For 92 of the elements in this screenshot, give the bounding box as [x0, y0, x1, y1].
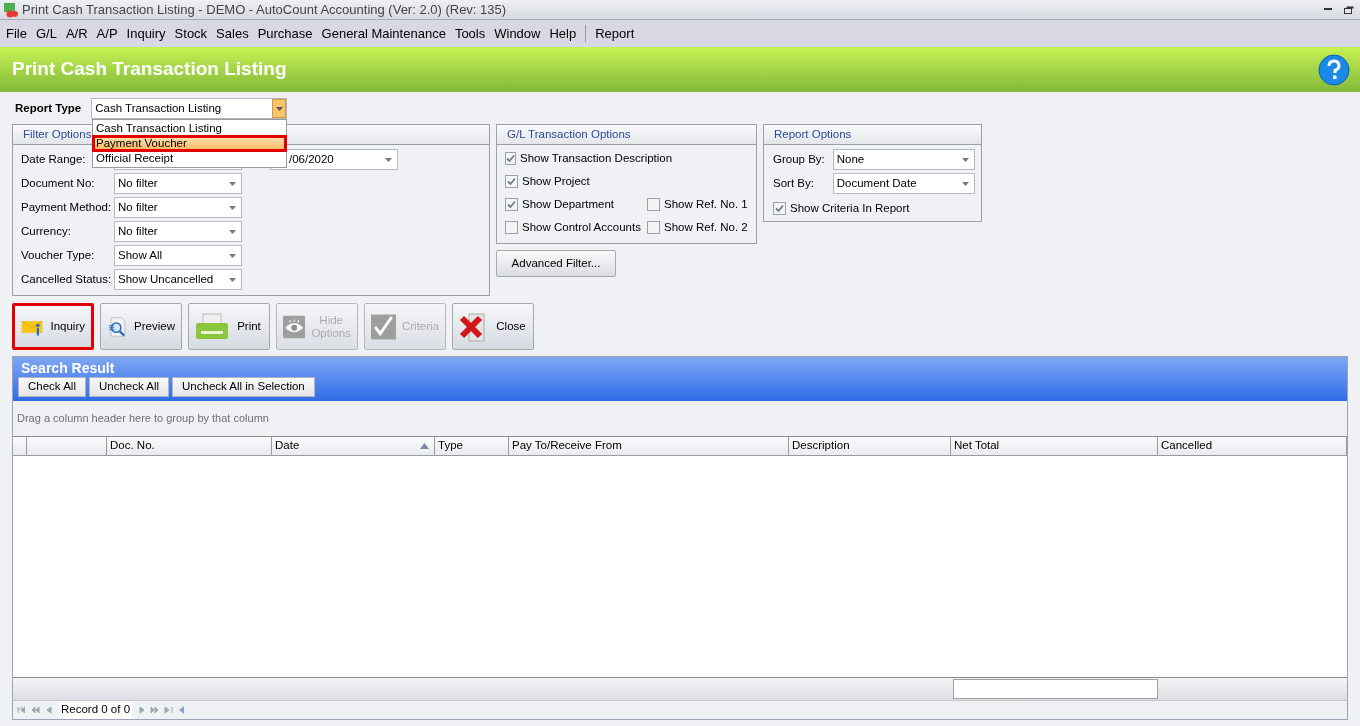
grid-button[interactable]: Check All: [18, 377, 86, 397]
dropdown-option[interactable]: Cash Transaction Listing: [93, 121, 286, 136]
advanced-filter-button[interactable]: Advanced Filter...: [496, 250, 616, 277]
dropdown-field[interactable]: No filter: [114, 197, 242, 218]
group-hint: Drag a column header here to group by that column: [17, 411, 269, 427]
caret-icon: [275, 106, 283, 111]
action-button[interactable]: Close: [452, 303, 534, 350]
menu-item[interactable]: Tools: [454, 23, 486, 44]
caret-icon: [229, 253, 236, 258]
section-title: Search Result: [20, 359, 116, 377]
dropdown-field[interactable]: None: [832, 149, 975, 170]
dropdown-option[interactable]: Payment Voucher: [93, 136, 286, 151]
dropdown-field[interactable]: Show All: [114, 245, 242, 266]
minimize-icon[interactable]: [1324, 8, 1332, 11]
field-label: Payment Method:: [21, 199, 113, 215]
field-label: Cancelled Status:: [21, 271, 113, 287]
menu-item[interactable]: G/L: [35, 23, 57, 44]
caret-icon: [962, 181, 969, 186]
help-icon[interactable]: [1318, 53, 1350, 86]
grid-button[interactable]: Uncheck All in Selection: [172, 377, 315, 397]
field-label: Date Range:: [21, 151, 86, 167]
window-title: Print Cash Transaction Listing - DEMO - AutoCount Accounting (Ver: 2.0) (Rev: 135): [22, 0, 507, 19]
dropdown-field[interactable]: Document Date: [832, 173, 975, 194]
scroll-left-icon[interactable]: [178, 706, 187, 714]
field-label: Document No:: [21, 175, 96, 191]
action-button[interactable]: Preview: [100, 303, 182, 350]
menu-item[interactable]: General Maintenance: [321, 23, 446, 44]
checkbox[interactable]: [505, 221, 518, 234]
menu-item[interactable]: Window: [494, 23, 541, 44]
caret-icon: [229, 229, 236, 234]
grid-button[interactable]: Uncheck All: [88, 377, 170, 397]
group-title: Report Options: [774, 126, 852, 142]
field-label: Report Type: [15, 100, 82, 116]
menu-item[interactable]: Report: [595, 23, 635, 44]
dropdown-field[interactable]: No filter: [114, 221, 242, 242]
field-label: Group By:: [773, 151, 826, 167]
menu-item[interactable]: File: [6, 23, 27, 44]
field-label: Sort By:: [773, 175, 815, 191]
navigator-forward-icon[interactable]: [150, 706, 161, 714]
navigator-back-icon[interactable]: [17, 706, 27, 714]
caret-icon: [229, 181, 236, 186]
column-header[interactable]: Net Total: [951, 437, 1158, 455]
dropdown-button[interactable]: [272, 99, 287, 118]
record-indicator: Record 0 of 0: [59, 701, 133, 719]
group-title: G/L Transaction Options: [507, 126, 631, 142]
navigator-forward-icon[interactable]: [136, 706, 147, 714]
column-header[interactable]: Cancelled: [1158, 437, 1347, 455]
checkbox[interactable]: [647, 198, 660, 211]
report-type-dropdown[interactable]: Cash Transaction Listing: [91, 98, 288, 119]
column-header[interactable]: Type: [435, 437, 509, 455]
menu-item[interactable]: Inquiry: [126, 23, 166, 44]
page-title: Print Cash Transaction Listing: [12, 57, 288, 82]
menu-item[interactable]: A/P: [96, 23, 118, 44]
navigator-forward-icon[interactable]: [164, 706, 175, 714]
checkbox[interactable]: [773, 202, 786, 215]
menu-item[interactable]: Help: [549, 23, 577, 44]
printer-icon: [195, 312, 229, 341]
column-header[interactable]: Doc. No.: [107, 437, 272, 455]
restore-icon[interactable]: [1344, 5, 1354, 14]
column-header[interactable]: Description: [789, 437, 951, 455]
navigator-back-icon[interactable]: [45, 706, 55, 714]
menu-item[interactable]: A/R: [65, 23, 88, 44]
app-icon: [3, 1, 19, 18]
checkbox[interactable]: [647, 221, 660, 234]
caret-icon: [385, 157, 392, 162]
checkbox[interactable]: [505, 175, 518, 188]
dropdown-field[interactable]: No filter: [114, 173, 242, 194]
column-header[interactable]: Pay To/Receive From: [509, 437, 789, 455]
column-header[interactable]: Date: [272, 437, 435, 455]
menu-item[interactable]: Sales: [216, 23, 249, 44]
checkbox-label: Show Department: [522, 196, 615, 212]
action-button[interactable]: Inquiry: [12, 303, 94, 350]
menu-item[interactable]: Purchase: [257, 23, 313, 44]
checkbox-label: Show Project: [522, 173, 590, 189]
field-label: Currency:: [21, 223, 72, 239]
action-button[interactable]: Print: [188, 303, 270, 350]
caret-icon: [229, 205, 236, 210]
checkbox[interactable]: [505, 152, 516, 165]
caret-icon: [229, 277, 236, 282]
sort-arrow-icon: [420, 443, 429, 449]
checkbox-label: Show Ref. No. 1: [664, 196, 748, 212]
field-label: Voucher Type:: [21, 247, 96, 263]
menu-item[interactable]: Stock: [174, 23, 208, 44]
caret-icon: [962, 157, 969, 162]
checkbox-label: Show Transaction Description: [520, 150, 673, 166]
checkbox-label: Show Control Accounts: [522, 219, 641, 235]
group-title: Filter Options: [23, 126, 92, 142]
navigator-back-icon[interactable]: [31, 706, 41, 714]
checkbox[interactable]: [505, 198, 518, 211]
checkbox-label: Show Criteria In Report: [790, 200, 910, 216]
checkbox-label: Show Ref. No. 2: [664, 219, 748, 235]
dropdown-field[interactable]: Show Uncancelled: [114, 269, 242, 290]
